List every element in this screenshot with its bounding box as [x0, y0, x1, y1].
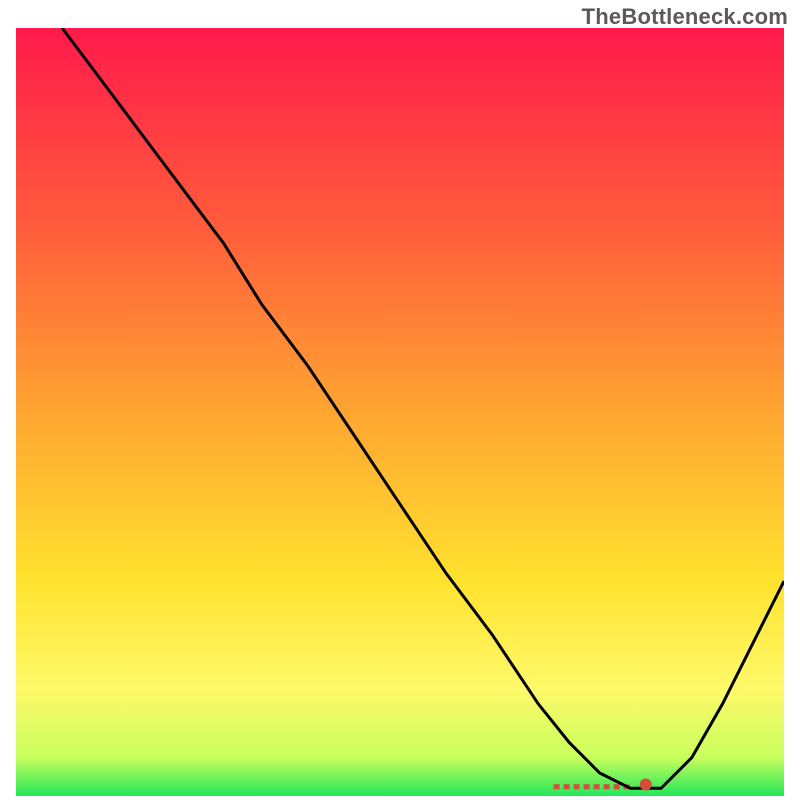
gradient-background — [16, 28, 784, 796]
optimal-point-marker — [640, 778, 652, 790]
plot-area — [16, 28, 784, 796]
chart-stage: TheBottleneck.com — [0, 0, 800, 800]
chart-svg — [16, 28, 784, 796]
watermark-text: TheBottleneck.com — [582, 4, 788, 30]
